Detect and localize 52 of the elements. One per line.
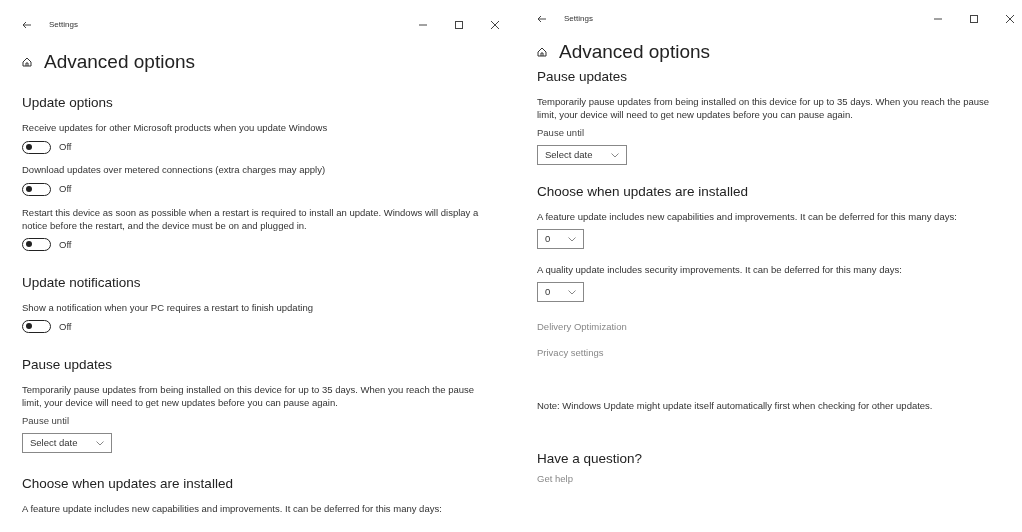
- maximize-icon[interactable]: [970, 15, 978, 23]
- section-heading: Choose when updates are installed: [537, 183, 749, 201]
- window-title: Settings: [49, 19, 78, 31]
- dropdown[interactable]: 0: [537, 229, 585, 249]
- section-heading: Update notifications: [22, 273, 142, 292]
- description-text: Temporarily pause updates from being installed on this device for up to 35 days. When you reach the pause limit, your device will need to get new updates before you can pause again.: [537, 95, 991, 121]
- minimize-icon[interactable]: [934, 15, 942, 23]
- dropdown[interactable]: Select date: [22, 433, 112, 453]
- link[interactable]: Delivery Optimization: [537, 320, 627, 333]
- section-heading: Pause updates: [537, 68, 629, 86]
- dropdown[interactable]: Select date: [537, 145, 627, 165]
- close-icon[interactable]: [1006, 15, 1014, 23]
- page-heading: Advanced options: [559, 40, 711, 64]
- toggle-switch[interactable]: [22, 238, 51, 252]
- note-text: Note: Windows Update might update itself automatically first when checking for other updates.: [537, 399, 934, 412]
- description-text: Temporarily pause updates from being installed on this device for up to 35 days. When you reach the pause limit, your device will need to get new updates before you can pause again.: [22, 383, 476, 409]
- field-label: Pause until: [537, 126, 585, 139]
- description-text: Receive updates for other Microsoft products when you update Windows: [22, 121, 329, 134]
- section-heading: Choose when updates are installed: [22, 475, 234, 493]
- link[interactable]: Get help: [537, 472, 573, 485]
- close-icon[interactable]: [491, 21, 499, 29]
- chevron-down-icon: [610, 152, 619, 158]
- section-heading: Have a question?: [537, 450, 644, 468]
- minimize-icon[interactable]: [419, 21, 427, 29]
- section-heading: Pause updates: [22, 356, 114, 374]
- page-heading: Advanced options: [44, 50, 196, 74]
- description-text: Download updates over metered connections (extra charges may apply): [22, 163, 327, 177]
- home-icon[interactable]: [537, 47, 547, 57]
- dropdown[interactable]: 0: [537, 282, 585, 302]
- toggle-state-label: Off: [59, 182, 72, 197]
- toggle-state-label: Off: [59, 140, 72, 154]
- description-text: Restart this device as soon as possible when a restart is required to install an update. Windows will display a notice before the restart, and the device must be on and plugged in.: [22, 205, 480, 232]
- description-text: A feature update includes new capabilities and improvements. It can be deferred for this many days:: [537, 210, 958, 223]
- description-text: Show a notification when your PC requires a restart to finish updating: [22, 300, 314, 314]
- home-icon[interactable]: [22, 57, 32, 67]
- window-title: Settings: [564, 13, 593, 25]
- description-text: A quality update includes security improvements. It can be deferred for this many days:: [537, 263, 903, 276]
- field-label: Pause until: [22, 414, 70, 427]
- toggle-switch[interactable]: [22, 182, 51, 196]
- toggle-state-label: Off: [59, 319, 72, 334]
- back-arrow-icon[interactable]: [22, 21, 32, 29]
- toggle-state-label: Off: [59, 237, 72, 252]
- chevron-down-icon: [568, 289, 577, 295]
- chevron-down-icon: [95, 440, 104, 446]
- maximize-icon[interactable]: [455, 21, 463, 29]
- chevron-down-icon: [568, 236, 577, 242]
- link[interactable]: Privacy settings: [537, 346, 604, 359]
- back-arrow-icon[interactable]: [537, 15, 547, 23]
- description-text: A feature update includes new capabilities and improvements. It can be deferred for this many days:: [22, 502, 443, 515]
- toggle-switch[interactable]: [22, 320, 51, 334]
- toggle-switch[interactable]: [22, 140, 51, 154]
- section-heading: Update options: [22, 94, 114, 112]
